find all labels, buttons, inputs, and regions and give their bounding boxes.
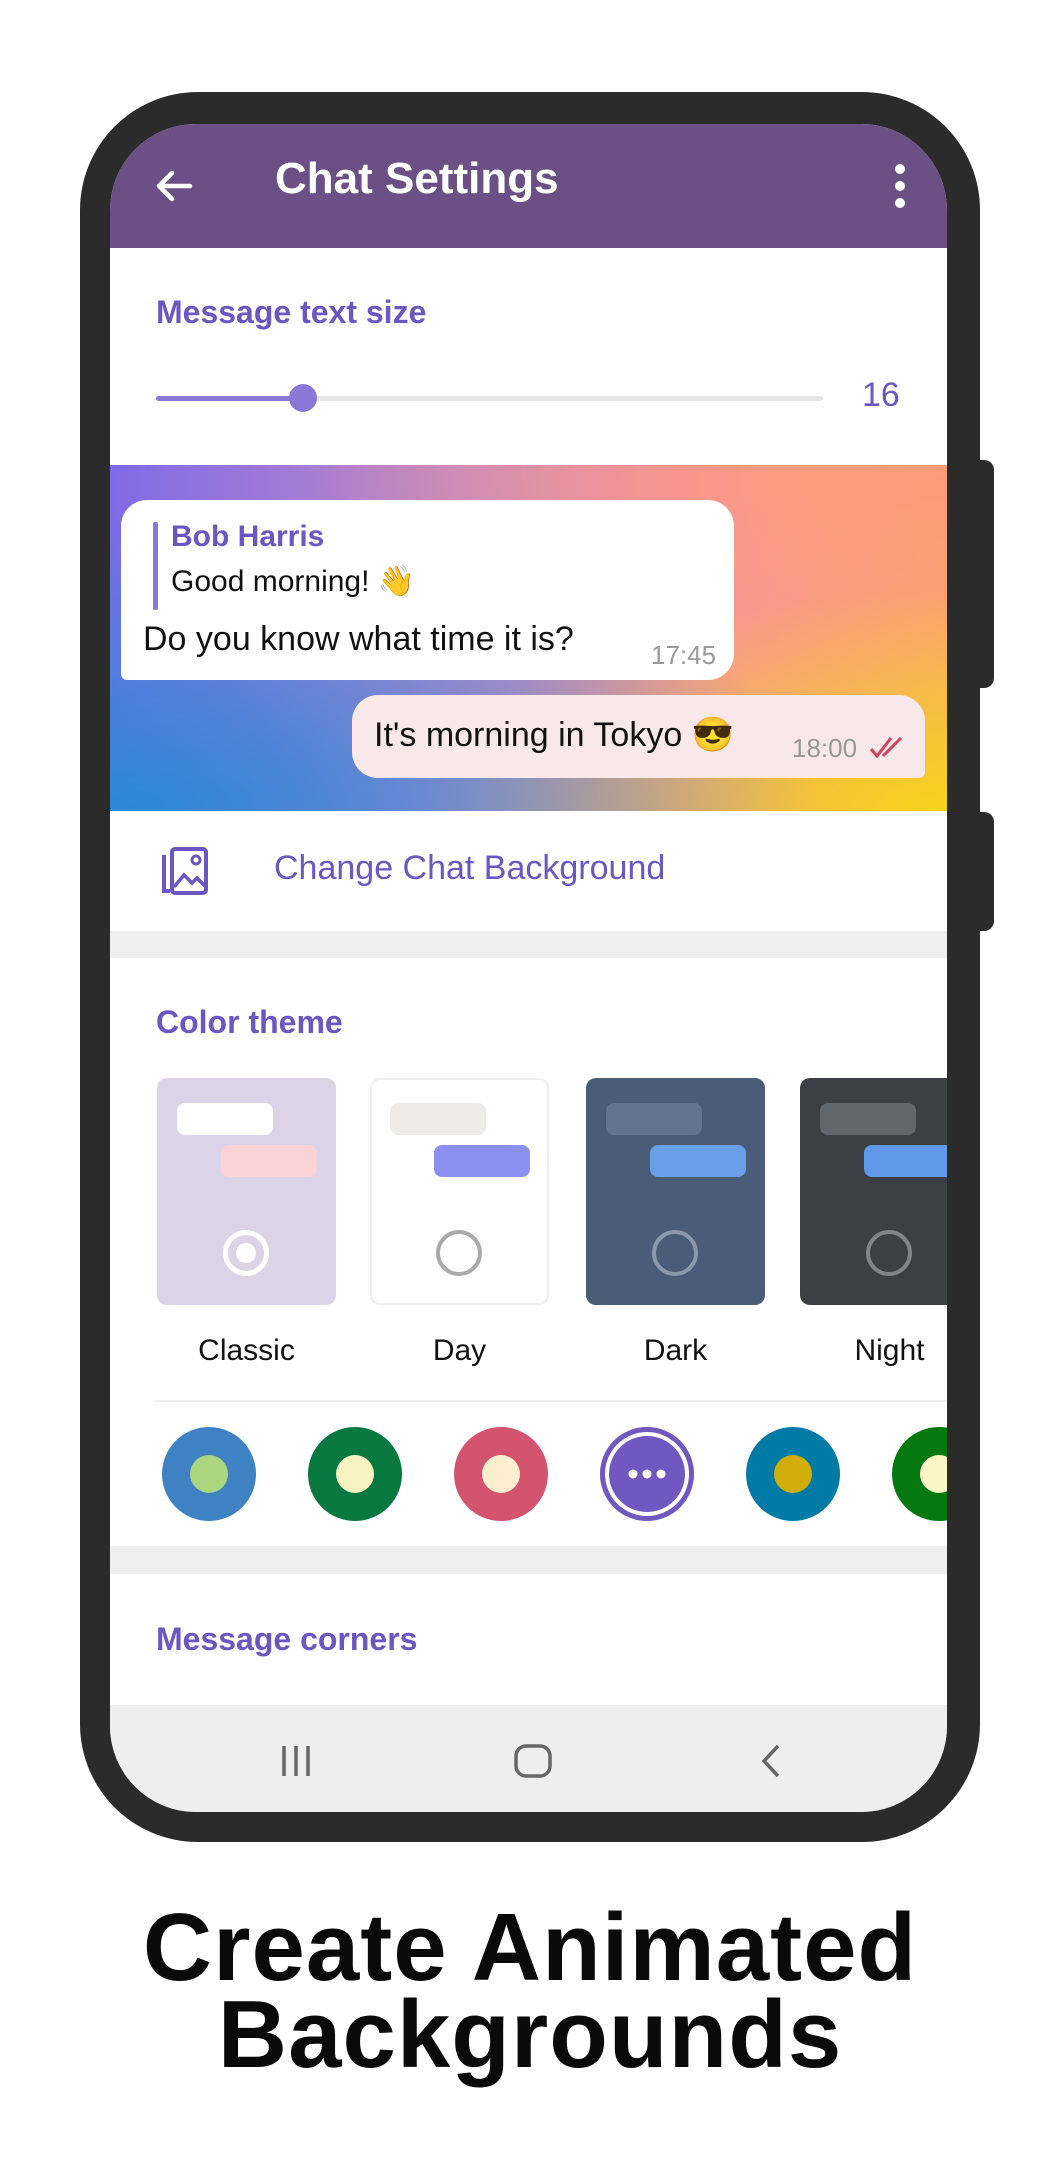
wallpaper-icon — [162, 847, 208, 895]
message-text: It's morning in Tokyo 😎 — [374, 716, 735, 754]
nav-back-icon[interactable] — [758, 1743, 784, 1779]
text-size-label: Message text size — [156, 294, 427, 330]
reply-bar — [153, 522, 158, 610]
change-background-label: Change Chat Background — [274, 849, 666, 887]
divider — [154, 1400, 947, 1402]
section-divider — [110, 931, 947, 958]
accent-inner-dot — [774, 1455, 812, 1493]
theme-card-day[interactable] — [370, 1078, 549, 1305]
radio[interactable] — [652, 1230, 698, 1276]
reply-text: Good morning! 👋 — [171, 565, 416, 598]
radio[interactable] — [866, 1230, 912, 1276]
recents-icon[interactable] — [278, 1743, 314, 1779]
accent-color-option[interactable] — [162, 1427, 256, 1521]
system-nav-bar — [110, 1705, 947, 1812]
change-background-row[interactable]: Change Chat Background — [110, 811, 947, 931]
volume-button — [978, 460, 994, 688]
accent-inner-dot — [482, 1455, 520, 1493]
message-corners-label: Message corners — [156, 1621, 418, 1657]
more-horizontal-icon — [628, 1469, 666, 1479]
double-check-icon — [869, 736, 903, 759]
outgoing-message: It's morning in Tokyo 😎 18:00 — [352, 695, 925, 778]
accent-color-option[interactable] — [600, 1427, 694, 1521]
arrow-left-icon[interactable] — [150, 162, 198, 210]
page-title: Chat Settings — [275, 154, 559, 203]
theme-card-dark[interactable] — [586, 1078, 765, 1305]
accent-inner-dot — [336, 1455, 374, 1493]
accent-inner-dot — [190, 1455, 228, 1493]
accent-color-option[interactable] — [892, 1427, 947, 1521]
color-theme-label: Color theme — [156, 1004, 343, 1040]
accent-color-option[interactable] — [454, 1427, 548, 1521]
theme-label: Dark — [643, 1334, 708, 1367]
message-time: 17:45 — [651, 640, 717, 670]
section-divider — [110, 1546, 947, 1574]
theme-card-classic[interactable] — [157, 1078, 336, 1305]
accent-color-option[interactable] — [746, 1427, 840, 1521]
home-icon[interactable] — [513, 1743, 553, 1779]
caption-line-2: Backgrounds — [217, 1981, 843, 2088]
power-button — [978, 812, 994, 931]
app-bar: Chat Settings — [110, 124, 947, 248]
slider-thumb[interactable] — [288, 384, 317, 412]
theme-label: Day — [432, 1334, 487, 1367]
screen: Chat Settings Message text size 16 Bob H… — [110, 124, 947, 1812]
radio-selected[interactable] — [223, 1230, 269, 1276]
theme-label: Classic — [198, 1334, 295, 1367]
incoming-message: Bob Harris Good morning! 👋 Do you know w… — [121, 500, 734, 680]
accent-color-option[interactable] — [308, 1427, 402, 1521]
accent-inner-dot — [920, 1455, 947, 1493]
theme-label: Night — [854, 1334, 925, 1367]
chat-preview: Bob Harris Good morning! 👋 Do you know w… — [110, 465, 947, 811]
theme-card-night[interactable] — [800, 1078, 947, 1305]
radio[interactable] — [436, 1230, 482, 1276]
more-vertical-icon[interactable] — [893, 162, 907, 210]
slider-fill — [156, 396, 303, 401]
message-text: Do you know what time it is? — [143, 620, 574, 658]
text-size-value: 16 — [862, 376, 900, 414]
message-time: 18:00 — [792, 733, 858, 763]
reply-sender: Bob Harris — [171, 520, 325, 553]
